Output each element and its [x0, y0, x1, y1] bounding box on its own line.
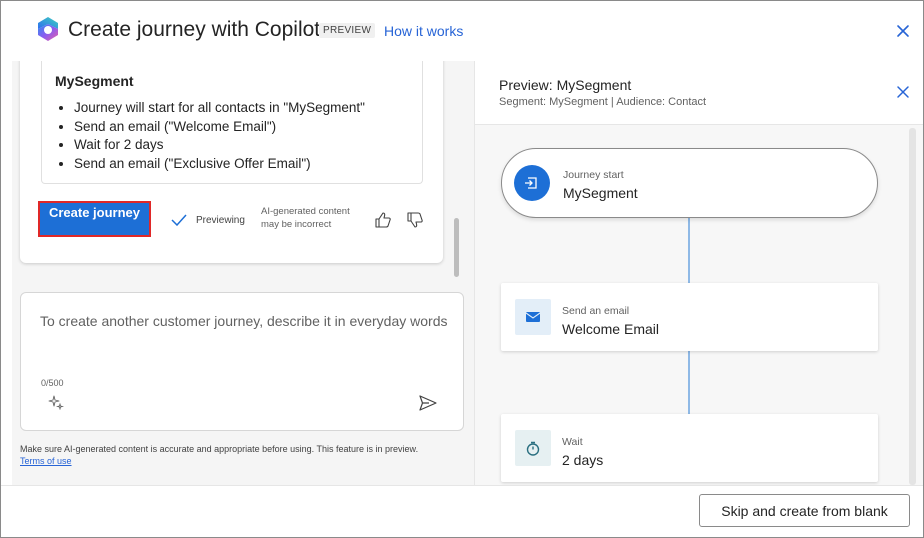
node-value: Welcome Email: [562, 321, 659, 337]
journey-canvas: Journey start MySegment Send an email We…: [475, 125, 923, 485]
preview-badge: PREVIEW: [319, 23, 376, 38]
dialog-title: Create journey with Copilot: [68, 18, 321, 41]
dialog-header: Create journey with Copilot PREVIEW How …: [1, 1, 923, 61]
journey-step: Journey will start for all contacts in "…: [74, 99, 365, 118]
journey-summary-card: MySegment Journey will start for all con…: [20, 61, 443, 263]
segment-name: MySegment: [55, 73, 134, 89]
thumbs-down-icon[interactable]: [406, 211, 424, 229]
dialog-footer: Skip and create from blank: [1, 485, 923, 537]
node-label: Journey start: [563, 169, 624, 181]
terms-of-use-link[interactable]: Terms of use: [20, 456, 72, 466]
journey-steps-list: Journey will start for all contacts in "…: [74, 99, 365, 173]
copilot-logo-icon: [38, 17, 58, 41]
preview-subtitle: Segment: MySegment | Audience: Contact: [499, 96, 707, 108]
send-email-node[interactable]: Send an email Welcome Email: [501, 283, 878, 351]
ai-disclaimer: Make sure AI-generated content is accura…: [20, 444, 419, 454]
node-value: 2 days: [562, 452, 604, 468]
close-preview-icon[interactable]: [894, 83, 912, 101]
journey-start-node[interactable]: Journey start MySegment: [501, 148, 878, 218]
journey-preview-pane: Preview: MySegment Segment: MySegment | …: [474, 61, 923, 485]
sparkle-icon[interactable]: [48, 394, 64, 410]
preview-title: Preview: MySegment: [499, 77, 632, 93]
journey-start-icon: [514, 165, 550, 201]
journey-summary: MySegment Journey will start for all con…: [41, 61, 423, 184]
character-count: 0/500: [41, 378, 64, 388]
email-icon: [515, 299, 551, 335]
how-it-works-link[interactable]: How it works: [384, 23, 463, 39]
prompt-box: 0/500: [20, 292, 464, 431]
previewing-status: Previewing: [196, 215, 245, 226]
copilot-chat-pane: MySegment Journey will start for all con…: [12, 61, 474, 485]
skip-and-create-from-blank-button[interactable]: Skip and create from blank: [699, 494, 910, 527]
preview-scrollbar[interactable]: [909, 128, 916, 485]
send-icon[interactable]: [419, 395, 437, 411]
journey-prompt-input[interactable]: [40, 313, 450, 329]
create-journey-button[interactable]: Create journey: [38, 201, 151, 237]
journey-step: Wait for 2 days: [74, 136, 365, 155]
chat-scrollbar[interactable]: [454, 218, 459, 277]
timer-icon: [515, 430, 551, 466]
node-label: Send an email: [562, 305, 630, 317]
journey-step: Send an email ("Exclusive Offer Email"): [74, 155, 365, 174]
close-icon[interactable]: [892, 20, 914, 42]
node-value: MySegment: [563, 185, 638, 201]
ai-generated-note: AI-generated content may be incorrect: [261, 206, 350, 230]
thumbs-up-icon[interactable]: [374, 211, 392, 229]
check-icon: [171, 214, 187, 226]
copilot-dialog: Create journey with Copilot PREVIEW How …: [0, 0, 924, 538]
journey-step: Send an email ("Welcome Email"): [74, 118, 365, 137]
node-label: Wait: [562, 436, 583, 448]
wait-node[interactable]: Wait 2 days: [501, 414, 878, 482]
